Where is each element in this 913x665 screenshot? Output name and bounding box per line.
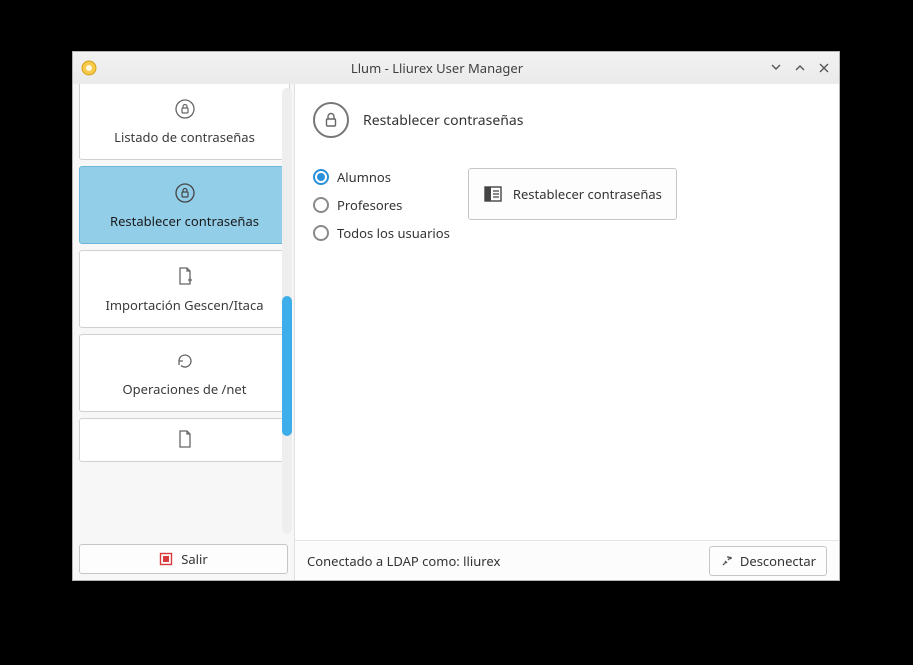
radio-indicator [313,225,329,241]
radio-label: Profesores [337,196,402,214]
titlebar: Llum - Lliurex User Manager [73,52,839,84]
sidebar-item-reset-passwords[interactable]: Restablecer contraseñas [79,166,290,244]
radio-alumnos[interactable]: Alumnos [313,168,450,186]
sidebar-scroll: Congelar usuarios Listado de contraseñas… [73,84,294,538]
sidebar-item-import[interactable]: Importación Gescen/Itaca [79,250,290,328]
exit-button[interactable]: Salir [79,544,288,574]
main-header: Restablecer contraseñas [313,98,821,158]
lock-icon [174,182,196,204]
file-plus-icon [174,266,196,288]
sidebar-item-partial[interactable] [79,418,290,462]
user-type-radios: Alumnos Profesores Todos los usuarios [313,168,450,242]
file-icon [174,429,196,451]
refresh-icon [174,350,196,372]
app-body: Congelar usuarios Listado de contraseñas… [73,84,839,580]
window-controls [769,61,831,75]
sidebar: Congelar usuarios Listado de contraseñas… [73,84,295,580]
radio-todos[interactable]: Todos los usuarios [313,224,450,242]
exit-icon [159,552,173,566]
sidebar-item-net-ops[interactable]: Operaciones de /net [79,334,290,412]
radio-profesores[interactable]: Profesores [313,196,450,214]
main-panel: Restablecer contraseñas Alumnos Profesor… [295,84,839,580]
status-text: Conectado a LDAP como: lliurex [307,552,697,570]
app-window: Llum - Lliurex User Manager Congelar usu… [72,51,840,581]
reset-passwords-button[interactable]: Restablecer contraseñas [468,168,677,220]
options-row: Alumnos Profesores Todos los usuarios [313,168,821,242]
plug-icon [720,554,734,568]
disconnect-button[interactable]: Desconectar [709,546,827,576]
app-icon [81,60,97,76]
sidebar-item-password-list[interactable]: Listado de contraseñas [79,84,290,160]
sidebar-item-label: Importación Gescen/Itaca [105,296,263,314]
lock-icon [313,102,349,138]
close-button[interactable] [817,61,831,75]
maximize-button[interactable] [793,61,807,75]
sidebar-item-label: Restablecer contraseñas [110,212,259,230]
disconnect-label: Desconectar [740,552,816,570]
sidebar-item-label: Operaciones de /net [123,380,247,398]
list-icon [483,184,503,204]
radio-label: Todos los usuarios [337,224,450,242]
scrollbar-thumb[interactable] [282,296,292,436]
main-content: Restablecer contraseñas Alumnos Profesor… [295,84,839,540]
sidebar-scrollbar[interactable] [282,88,292,534]
action-label: Restablecer contraseñas [513,185,662,203]
radio-indicator [313,169,329,185]
page-title: Restablecer contraseñas [363,111,523,130]
radio-indicator [313,197,329,213]
radio-label: Alumnos [337,168,391,186]
sidebar-footer: Salir [73,538,294,580]
sidebar-item-label: Listado de contraseñas [114,128,255,146]
exit-label: Salir [181,550,208,568]
lock-icon [174,98,196,120]
minimize-button[interactable] [769,61,783,75]
window-title: Llum - Lliurex User Manager [105,59,769,77]
sidebar-items: Congelar usuarios Listado de contraseñas… [79,84,290,462]
statusbar: Conectado a LDAP como: lliurex Desconect… [295,540,839,580]
